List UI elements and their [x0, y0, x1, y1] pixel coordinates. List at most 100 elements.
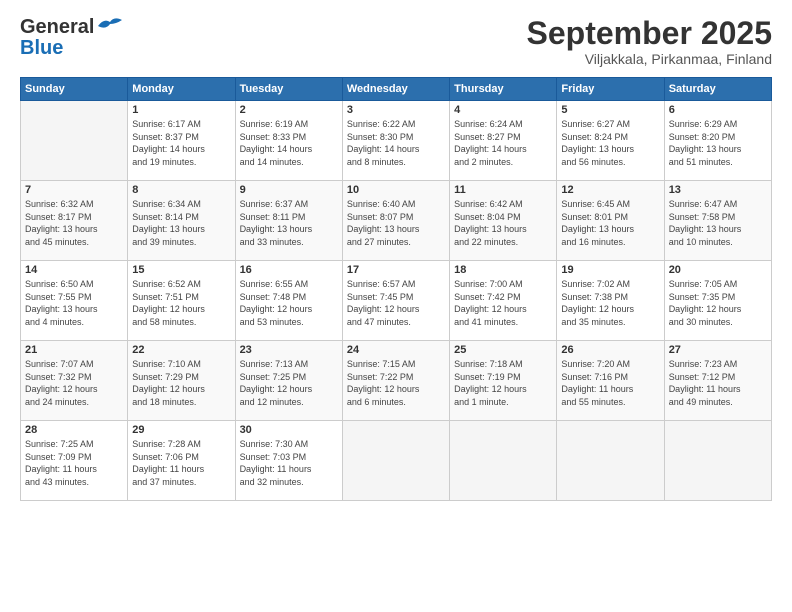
- title-block: September 2025 Viljakkala, Pirkanmaa, Fi…: [527, 16, 772, 67]
- logo-bird-icon: [96, 16, 124, 34]
- month-title: September 2025: [527, 16, 772, 51]
- day-content: Sunrise: 6:27 AM Sunset: 8:24 PM Dayligh…: [561, 118, 659, 168]
- day-number: 22: [132, 344, 230, 356]
- day-number: 2: [240, 104, 338, 116]
- calendar-page: General Blue September 2025 Viljakkala, …: [0, 0, 792, 612]
- table-row: 10 Sunrise: 6:40 AM Sunset: 8:07 PM Dayli…: [342, 181, 449, 261]
- table-row: 26 Sunrise: 7:20 AM Sunset: 7:16 PM Dayli…: [557, 341, 664, 421]
- table-row: 11 Sunrise: 6:42 AM Sunset: 8:04 PM Dayli…: [450, 181, 557, 261]
- day-number: 10: [347, 184, 445, 196]
- day-number: 8: [132, 184, 230, 196]
- day-number: 15: [132, 264, 230, 276]
- col-header-thursday: Thursday: [450, 78, 557, 101]
- day-number: 25: [454, 344, 552, 356]
- day-number: 11: [454, 184, 552, 196]
- day-content: Sunrise: 6:47 AM Sunset: 7:58 PM Dayligh…: [669, 198, 767, 248]
- logo: General Blue: [20, 16, 124, 60]
- table-row: 2 Sunrise: 6:19 AM Sunset: 8:33 PM Daylig…: [235, 101, 342, 181]
- day-number: 1: [132, 104, 230, 116]
- day-content: Sunrise: 6:22 AM Sunset: 8:30 PM Dayligh…: [347, 118, 445, 168]
- day-number: 5: [561, 104, 659, 116]
- table-row: 29 Sunrise: 7:28 AM Sunset: 7:06 PM Dayli…: [128, 421, 235, 501]
- table-row: 9 Sunrise: 6:37 AM Sunset: 8:11 PM Daylig…: [235, 181, 342, 261]
- day-content: Sunrise: 6:40 AM Sunset: 8:07 PM Dayligh…: [347, 198, 445, 248]
- day-content: Sunrise: 7:28 AM Sunset: 7:06 PM Dayligh…: [132, 438, 230, 488]
- table-row: 14 Sunrise: 6:50 AM Sunset: 7:55 PM Dayli…: [21, 261, 128, 341]
- table-row: [664, 421, 771, 501]
- day-content: Sunrise: 7:18 AM Sunset: 7:19 PM Dayligh…: [454, 358, 552, 408]
- table-row: 4 Sunrise: 6:24 AM Sunset: 8:27 PM Daylig…: [450, 101, 557, 181]
- day-content: Sunrise: 6:57 AM Sunset: 7:45 PM Dayligh…: [347, 278, 445, 328]
- day-content: Sunrise: 7:07 AM Sunset: 7:32 PM Dayligh…: [25, 358, 123, 408]
- day-number: 7: [25, 184, 123, 196]
- table-row: 30 Sunrise: 7:30 AM Sunset: 7:03 PM Dayli…: [235, 421, 342, 501]
- day-number: 14: [25, 264, 123, 276]
- col-header-saturday: Saturday: [664, 78, 771, 101]
- day-content: Sunrise: 7:00 AM Sunset: 7:42 PM Dayligh…: [454, 278, 552, 328]
- day-content: Sunrise: 6:52 AM Sunset: 7:51 PM Dayligh…: [132, 278, 230, 328]
- table-row: [450, 421, 557, 501]
- table-row: 24Sunrise: 7:15 AM Sunset: 7:22 PM Dayli…: [342, 341, 449, 421]
- table-row: 28Sunrise: 7:25 AM Sunset: 7:09 PM Dayli…: [21, 421, 128, 501]
- day-number: 24: [347, 344, 445, 356]
- day-number: 27: [669, 344, 767, 356]
- table-row: 7 Sunrise: 6:32 AM Sunset: 8:17 PM Daylig…: [21, 181, 128, 261]
- table-row: 12 Sunrise: 6:45 AM Sunset: 8:01 PM Dayli…: [557, 181, 664, 261]
- table-row: 22Sunrise: 7:10 AM Sunset: 7:29 PM Dayli…: [128, 341, 235, 421]
- day-content: Sunrise: 7:05 AM Sunset: 7:35 PM Dayligh…: [669, 278, 767, 328]
- day-number: 29: [132, 424, 230, 436]
- table-row: 15 Sunrise: 6:52 AM Sunset: 7:51 PM Dayli…: [128, 261, 235, 341]
- day-content: Sunrise: 7:20 AM Sunset: 7:16 PM Dayligh…: [561, 358, 659, 408]
- day-content: Sunrise: 6:42 AM Sunset: 8:04 PM Dayligh…: [454, 198, 552, 248]
- table-row: 27 Sunrise: 7:23 AM Sunset: 7:12 PM Dayli…: [664, 341, 771, 421]
- day-content: Sunrise: 7:23 AM Sunset: 7:12 PM Dayligh…: [669, 358, 767, 408]
- day-content: Sunrise: 7:30 AM Sunset: 7:03 PM Dayligh…: [240, 438, 338, 488]
- day-number: 12: [561, 184, 659, 196]
- table-row: 19Sunrise: 7:02 AM Sunset: 7:38 PM Dayli…: [557, 261, 664, 341]
- location: Viljakkala, Pirkanmaa, Finland: [527, 51, 772, 67]
- logo-general: General: [20, 16, 94, 39]
- day-content: Sunrise: 6:50 AM Sunset: 7:55 PM Dayligh…: [25, 278, 123, 328]
- table-row: [21, 101, 128, 181]
- table-row: 20 Sunrise: 7:05 AM Sunset: 7:35 PM Dayli…: [664, 261, 771, 341]
- day-content: Sunrise: 6:17 AM Sunset: 8:37 PM Dayligh…: [132, 118, 230, 168]
- table-row: 18 Sunrise: 7:00 AM Sunset: 7:42 PM Dayli…: [450, 261, 557, 341]
- table-row: 3 Sunrise: 6:22 AM Sunset: 8:30 PM Daylig…: [342, 101, 449, 181]
- day-number: 21: [25, 344, 123, 356]
- day-number: 18: [454, 264, 552, 276]
- header: General Blue September 2025 Viljakkala, …: [20, 16, 772, 67]
- day-content: Sunrise: 6:55 AM Sunset: 7:48 PM Dayligh…: [240, 278, 338, 328]
- table-row: 25 Sunrise: 7:18 AM Sunset: 7:19 PM Dayli…: [450, 341, 557, 421]
- day-content: Sunrise: 7:13 AM Sunset: 7:25 PM Dayligh…: [240, 358, 338, 408]
- day-number: 3: [347, 104, 445, 116]
- day-content: Sunrise: 6:32 AM Sunset: 8:17 PM Dayligh…: [25, 198, 123, 248]
- day-content: Sunrise: 6:34 AM Sunset: 8:14 PM Dayligh…: [132, 198, 230, 248]
- day-number: 26: [561, 344, 659, 356]
- day-content: Sunrise: 6:29 AM Sunset: 8:20 PM Dayligh…: [669, 118, 767, 168]
- table-row: [342, 421, 449, 501]
- table-row: 8 Sunrise: 6:34 AM Sunset: 8:14 PM Daylig…: [128, 181, 235, 261]
- day-number: 20: [669, 264, 767, 276]
- day-content: Sunrise: 6:19 AM Sunset: 8:33 PM Dayligh…: [240, 118, 338, 168]
- col-header-friday: Friday: [557, 78, 664, 101]
- day-content: Sunrise: 7:02 AM Sunset: 7:38 PM Dayligh…: [561, 278, 659, 328]
- col-header-tuesday: Tuesday: [235, 78, 342, 101]
- day-number: 9: [240, 184, 338, 196]
- table-row: 16 Sunrise: 6:55 AM Sunset: 7:48 PM Dayli…: [235, 261, 342, 341]
- table-row: 23Sunrise: 7:13 AM Sunset: 7:25 PM Dayli…: [235, 341, 342, 421]
- day-number: 30: [240, 424, 338, 436]
- col-header-wednesday: Wednesday: [342, 78, 449, 101]
- table-row: [557, 421, 664, 501]
- day-content: Sunrise: 6:37 AM Sunset: 8:11 PM Dayligh…: [240, 198, 338, 248]
- col-header-monday: Monday: [128, 78, 235, 101]
- logo-blue: Blue: [20, 37, 63, 60]
- table-row: 1 Sunrise: 6:17 AM Sunset: 8:37 PM Daylig…: [128, 101, 235, 181]
- day-content: Sunrise: 7:25 AM Sunset: 7:09 PM Dayligh…: [25, 438, 123, 488]
- table-row: 17Sunrise: 6:57 AM Sunset: 7:45 PM Dayli…: [342, 261, 449, 341]
- day-number: 4: [454, 104, 552, 116]
- table-row: 21 Sunrise: 7:07 AM Sunset: 7:32 PM Dayli…: [21, 341, 128, 421]
- day-number: 16: [240, 264, 338, 276]
- day-content: Sunrise: 6:45 AM Sunset: 8:01 PM Dayligh…: [561, 198, 659, 248]
- day-number: 13: [669, 184, 767, 196]
- day-content: Sunrise: 6:24 AM Sunset: 8:27 PM Dayligh…: [454, 118, 552, 168]
